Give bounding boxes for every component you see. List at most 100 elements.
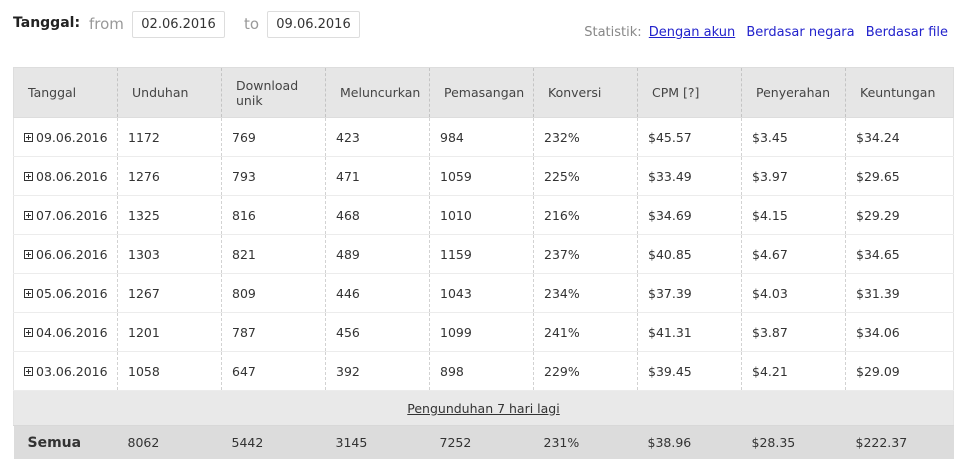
cell-value: 1159 <box>440 246 472 262</box>
to-label: to <box>244 15 260 33</box>
cell-payout: $4.67 <box>741 234 846 274</box>
cell-value: 09.06.2016 <box>36 129 108 145</box>
cell-value: 232% <box>544 129 580 145</box>
cell-downloads: 1303 <box>117 234 222 274</box>
total-installs: 7252 <box>429 425 534 459</box>
more-days-link[interactable]: Pengunduhan 7 hari lagi <box>407 401 559 416</box>
cell-date: 07.06.2016 <box>13 195 118 235</box>
cell-value: $39.45 <box>648 363 692 379</box>
cell-profit: $34.65 <box>845 234 954 274</box>
cell-cpm: $34.69 <box>637 195 742 235</box>
cell-unique-downloads: 787 <box>221 312 326 352</box>
cell-unique-downloads: 809 <box>221 273 326 313</box>
cell-cpm: $37.39 <box>637 273 742 313</box>
cell-installs: 898 <box>429 351 534 391</box>
cell-cpm: $40.85 <box>637 234 742 274</box>
cell-value: 392 <box>336 363 360 379</box>
from-label: from <box>89 15 124 33</box>
cell-value: $34.65 <box>856 246 900 262</box>
column-header-unique-downloads[interactable]: Download unik <box>221 67 326 118</box>
cell-launches: 392 <box>325 351 430 391</box>
cell-date: 03.06.2016 <box>13 351 118 391</box>
cell-value: 769 <box>232 129 256 145</box>
cell-value: 446 <box>336 285 360 301</box>
total-profit: $222.37 <box>845 425 954 459</box>
expand-plus-icon[interactable] <box>24 171 33 181</box>
column-header-profit[interactable]: Keuntungan <box>845 67 954 118</box>
total-cpm: $38.96 <box>637 425 742 459</box>
cell-downloads: 1201 <box>117 312 222 352</box>
column-header-installs[interactable]: Pemasangan <box>429 67 534 118</box>
cell-payout: $4.03 <box>741 273 846 313</box>
cell-value: 1058 <box>128 363 160 379</box>
cell-payout: $4.15 <box>741 195 846 235</box>
total-row: Semua 8062 5442 3145 7252 231% $38.96 $2… <box>13 425 954 459</box>
cell-launches: 423 <box>325 117 430 157</box>
column-header-downloads[interactable]: Unduhan <box>117 67 222 118</box>
cell-conversion: 237% <box>533 234 638 274</box>
stats-by-account-link[interactable]: Dengan akun <box>649 25 735 40</box>
stats-by-file-link[interactable]: Berdasar file <box>866 25 948 40</box>
cell-value: $4.15 <box>752 207 788 223</box>
more-days-row: Pengunduhan 7 hari lagi <box>13 390 954 426</box>
cell-launches: 489 <box>325 234 430 274</box>
cell-installs: 1159 <box>429 234 534 274</box>
cell-value: 241% <box>544 324 580 340</box>
expand-plus-icon[interactable] <box>24 327 33 337</box>
cell-downloads: 1267 <box>117 273 222 313</box>
cell-value: 225% <box>544 168 580 184</box>
cell-conversion: 234% <box>533 273 638 313</box>
table-row: 03.06.2016 1058 647 392 898 229% $39.45 $4.21 $2… <box>13 351 954 391</box>
cell-downloads: 1325 <box>117 195 222 235</box>
cell-value: 06.06.2016 <box>36 246 108 262</box>
cell-value: 898 <box>440 363 464 379</box>
cell-conversion: 229% <box>533 351 638 391</box>
cell-profit: $31.39 <box>845 273 954 313</box>
cell-conversion: 232% <box>533 117 638 157</box>
cell-date: 04.06.2016 <box>13 312 118 352</box>
expand-plus-icon[interactable] <box>24 210 33 220</box>
cell-value: 787 <box>232 324 256 340</box>
expand-plus-icon[interactable] <box>24 249 33 259</box>
cell-value: 821 <box>232 246 256 262</box>
cell-value: $4.67 <box>752 246 788 262</box>
cell-launches: 468 <box>325 195 430 235</box>
cell-conversion: 216% <box>533 195 638 235</box>
cell-value: 1267 <box>128 285 160 301</box>
cell-value: 229% <box>544 363 580 379</box>
cell-downloads: 1276 <box>117 156 222 196</box>
cell-value: $4.21 <box>752 363 788 379</box>
stats-by-country-link[interactable]: Berdasar negara <box>746 25 854 40</box>
cell-value: $3.45 <box>752 129 788 145</box>
date-filter-label: Tanggal: <box>13 15 81 31</box>
column-header-cpm[interactable]: CPM [?] <box>637 67 742 118</box>
cell-downloads: 1172 <box>117 117 222 157</box>
cell-value: 1325 <box>128 207 160 223</box>
to-date-input[interactable] <box>267 11 360 38</box>
cell-payout: $3.97 <box>741 156 846 196</box>
cell-value: 647 <box>232 363 256 379</box>
cell-value: $3.87 <box>752 324 788 340</box>
expand-plus-icon[interactable] <box>24 366 33 376</box>
statistics-links: Statistik: Dengan akun Berdasar negara B… <box>584 25 948 40</box>
cell-value: $34.69 <box>648 207 692 223</box>
cell-downloads: 1058 <box>117 351 222 391</box>
cell-value: 809 <box>232 285 256 301</box>
column-header-launches[interactable]: Meluncurkan <box>325 67 430 118</box>
cell-value: 03.06.2016 <box>36 363 108 379</box>
cell-value: 1276 <box>128 168 160 184</box>
cell-cpm: $39.45 <box>637 351 742 391</box>
statistics-label: Statistik: <box>584 25 642 40</box>
cell-value: 237% <box>544 246 580 262</box>
cell-value: 234% <box>544 285 580 301</box>
cell-installs: 1010 <box>429 195 534 235</box>
cell-value: 1043 <box>440 285 472 301</box>
from-date-input[interactable] <box>132 11 225 38</box>
cell-date: 09.06.2016 <box>13 117 118 157</box>
column-header-conversion[interactable]: Konversi <box>533 67 638 118</box>
column-header-date[interactable]: Tanggal <box>13 67 118 118</box>
expand-plus-icon[interactable] <box>24 132 33 142</box>
expand-plus-icon[interactable] <box>24 288 33 298</box>
column-header-payout[interactable]: Penyerahan <box>741 67 846 118</box>
total-label: Semua <box>13 425 118 459</box>
